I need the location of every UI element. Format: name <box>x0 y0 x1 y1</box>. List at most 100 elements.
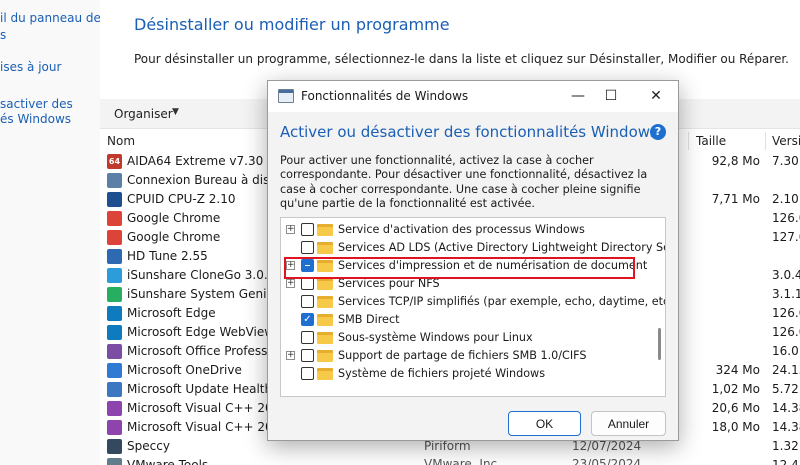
minimize-button[interactable]: — <box>564 85 592 107</box>
program-version: 126.0 <box>772 211 800 225</box>
feature-row[interactable]: + Support de partage de fichiers SMB 1.0/… <box>281 347 651 365</box>
column-divider[interactable] <box>688 132 689 150</box>
vcpp-icon <box>107 401 122 416</box>
dialog-heading: Activer ou désactiver des fonctionnalité… <box>280 123 658 141</box>
column-header-size[interactable]: Taille <box>696 134 726 148</box>
feature-label: Support de partage de fichiers SMB 1.0/C… <box>338 349 587 362</box>
folder-icon <box>317 368 333 380</box>
feature-row[interactable]: Sous-système Windows pour Linux <box>281 329 651 347</box>
program-size: 7,71 Mo <box>711 192 760 206</box>
program-name: Speccy <box>127 439 170 453</box>
program-name: Connexion Bureau à distan <box>127 173 267 187</box>
program-size: 1,02 Mo <box>711 382 760 396</box>
onedrive-icon <box>107 363 122 378</box>
sidebar-link-installed-updates[interactable]: ises à jour <box>0 60 61 75</box>
features-tree: + Service d'activation des processus Wind… <box>280 217 666 397</box>
chrome-icon <box>107 230 122 245</box>
feature-checkbox[interactable] <box>301 241 314 254</box>
cancel-button[interactable]: Annuler <box>591 411 666 436</box>
maximize-button[interactable]: ☐ <box>597 85 625 107</box>
feature-row[interactable]: Services AD LDS (Active Directory Lightw… <box>281 239 665 257</box>
column-header-version[interactable]: Versi <box>772 134 800 148</box>
feature-label: Service d'activation des processus Windo… <box>338 223 585 236</box>
feature-row[interactable]: Services TCP/IP simplifiés (par exemple,… <box>281 293 665 311</box>
program-size: 20,6 Mo <box>711 401 760 415</box>
chevron-down-icon[interactable]: ▼ <box>172 107 179 117</box>
folder-icon <box>317 350 333 362</box>
aida64-icon: 64 <box>107 154 122 169</box>
page-description: Pour désinstaller un programme, sélectio… <box>134 52 789 66</box>
program-version: 12.4 <box>772 458 799 465</box>
expand-icon[interactable]: + <box>286 351 295 360</box>
feature-row[interactable]: ✓ SMB Direct <box>281 311 651 329</box>
ok-button[interactable]: OK <box>508 411 581 436</box>
vcpp-icon <box>107 420 122 435</box>
vmware-icon <box>107 458 122 465</box>
program-version: 14.38 <box>772 420 800 434</box>
column-header-name[interactable]: Nom <box>107 134 135 148</box>
feature-checkbox[interactable] <box>301 295 314 308</box>
program-version: 126.0 <box>772 306 800 320</box>
program-name: Microsoft Office Professio <box>127 344 267 358</box>
program-name: CPUID CPU-Z 2.10 <box>127 192 236 206</box>
dialog-title: Fonctionnalités de Windows <box>301 89 469 103</box>
organize-button[interactable]: Organiser <box>114 107 173 121</box>
sidebar-link-windows-features-line1[interactable]: sactiver des <box>0 97 73 112</box>
program-version: 14.38 <box>772 401 800 415</box>
feature-label: SMB Direct <box>338 313 400 326</box>
program-version: 16.0 <box>772 344 799 358</box>
speccy-icon <box>107 439 122 454</box>
program-name: iSunshare System Genius 3. <box>127 287 267 301</box>
sidebar-link-fragment[interactable]: s <box>0 28 6 43</box>
program-name: Microsoft OneDrive <box>127 363 242 377</box>
close-button[interactable]: ✕ <box>642 85 670 107</box>
edge-icon <box>107 306 122 321</box>
program-name: Microsoft Edge <box>127 306 216 320</box>
remote-desktop-icon <box>107 173 122 188</box>
feature-label: Services AD LDS (Active Directory Lightw… <box>338 241 666 254</box>
update-health-icon <box>107 382 122 397</box>
help-icon[interactable]: ? <box>650 124 666 140</box>
program-size: 324 Mo <box>715 363 760 377</box>
program-name: AIDA64 Extreme v7.30 <box>127 154 264 168</box>
feature-checkbox[interactable] <box>301 367 314 380</box>
program-version: 126.0 <box>772 325 800 339</box>
folder-icon <box>317 224 333 236</box>
edge-webview-icon <box>107 325 122 340</box>
feature-checkbox[interactable]: ✓ <box>301 313 314 326</box>
feature-checkbox[interactable] <box>301 223 314 236</box>
install-date-cell: 12/07/2024 <box>572 439 642 453</box>
folder-icon <box>317 314 333 326</box>
program-name: Microsoft Edge WebView2 <box>127 325 267 339</box>
program-version: 2.10 <box>772 192 799 206</box>
clonego-icon <box>107 268 122 283</box>
program-version: 127.0 <box>772 230 800 244</box>
feature-row[interactable]: + Service d'activation des processus Wind… <box>281 221 651 239</box>
dialog-titlebar[interactable]: Fonctionnalités de Windows — ☐ ✕ <box>268 81 678 112</box>
system-genius-icon <box>107 287 122 302</box>
folder-icon <box>317 296 333 308</box>
expand-icon[interactable]: + <box>286 225 295 234</box>
feature-label: Sous-système Windows pour Linux <box>338 331 533 344</box>
program-version: 24.13 <box>772 363 800 377</box>
program-name: Google Chrome <box>127 230 221 244</box>
window-app-icon <box>278 89 294 103</box>
folder-icon <box>317 242 333 254</box>
sidebar-link-control-panel-home[interactable]: il du panneau de <box>0 11 101 26</box>
feature-checkbox[interactable] <box>301 331 314 344</box>
expand-icon[interactable]: + <box>286 279 295 288</box>
program-size: 92,8 Mo <box>711 154 760 168</box>
hdtune-icon <box>107 249 122 264</box>
sidebar-link-windows-features-line2[interactable]: és Windows <box>0 112 71 127</box>
tree-scrollbar[interactable] <box>658 328 661 360</box>
program-version: 1.32 <box>772 439 799 453</box>
column-divider[interactable] <box>765 132 766 150</box>
feature-row[interactable]: Système de fichiers projeté Windows <box>281 365 651 383</box>
publisher-cell: Piriform <box>424 439 471 453</box>
cpuz-icon <box>107 192 122 207</box>
highlight-box <box>284 257 635 279</box>
program-version: 5.72.0 <box>772 382 800 396</box>
office-icon <box>107 344 122 359</box>
program-size: 18,0 Mo <box>711 420 760 434</box>
feature-checkbox[interactable] <box>301 349 314 362</box>
